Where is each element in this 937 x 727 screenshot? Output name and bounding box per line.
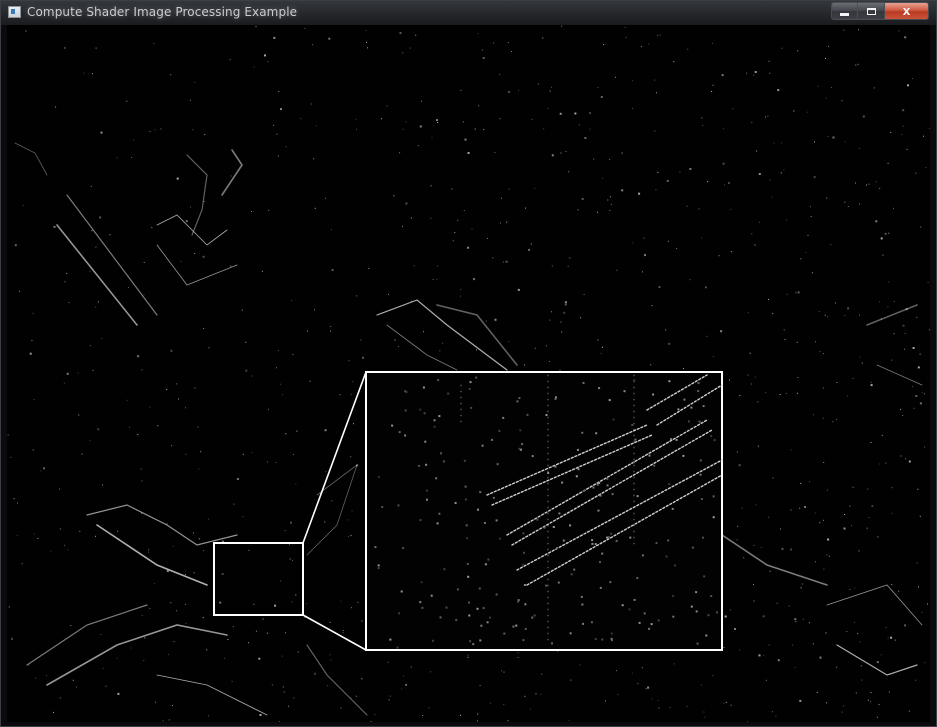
maximize-icon	[866, 7, 876, 15]
minimize-icon	[840, 12, 849, 16]
title-bar[interactable]: Compute Shader Image Processing Example …	[1, 1, 936, 25]
render-viewport[interactable]	[7, 25, 930, 722]
close-icon: x	[902, 4, 911, 18]
edge-detection-canvas	[7, 25, 930, 722]
minimize-button[interactable]	[831, 2, 858, 20]
close-button[interactable]: x	[885, 2, 929, 20]
app-window: Compute Shader Image Processing Example …	[0, 0, 937, 727]
window-title: Compute Shader Image Processing Example	[27, 5, 298, 19]
app-icon[interactable]	[8, 6, 21, 18]
zoom-inset	[365, 371, 723, 651]
window-controls: x	[831, 2, 929, 20]
maximize-button[interactable]	[858, 2, 885, 20]
